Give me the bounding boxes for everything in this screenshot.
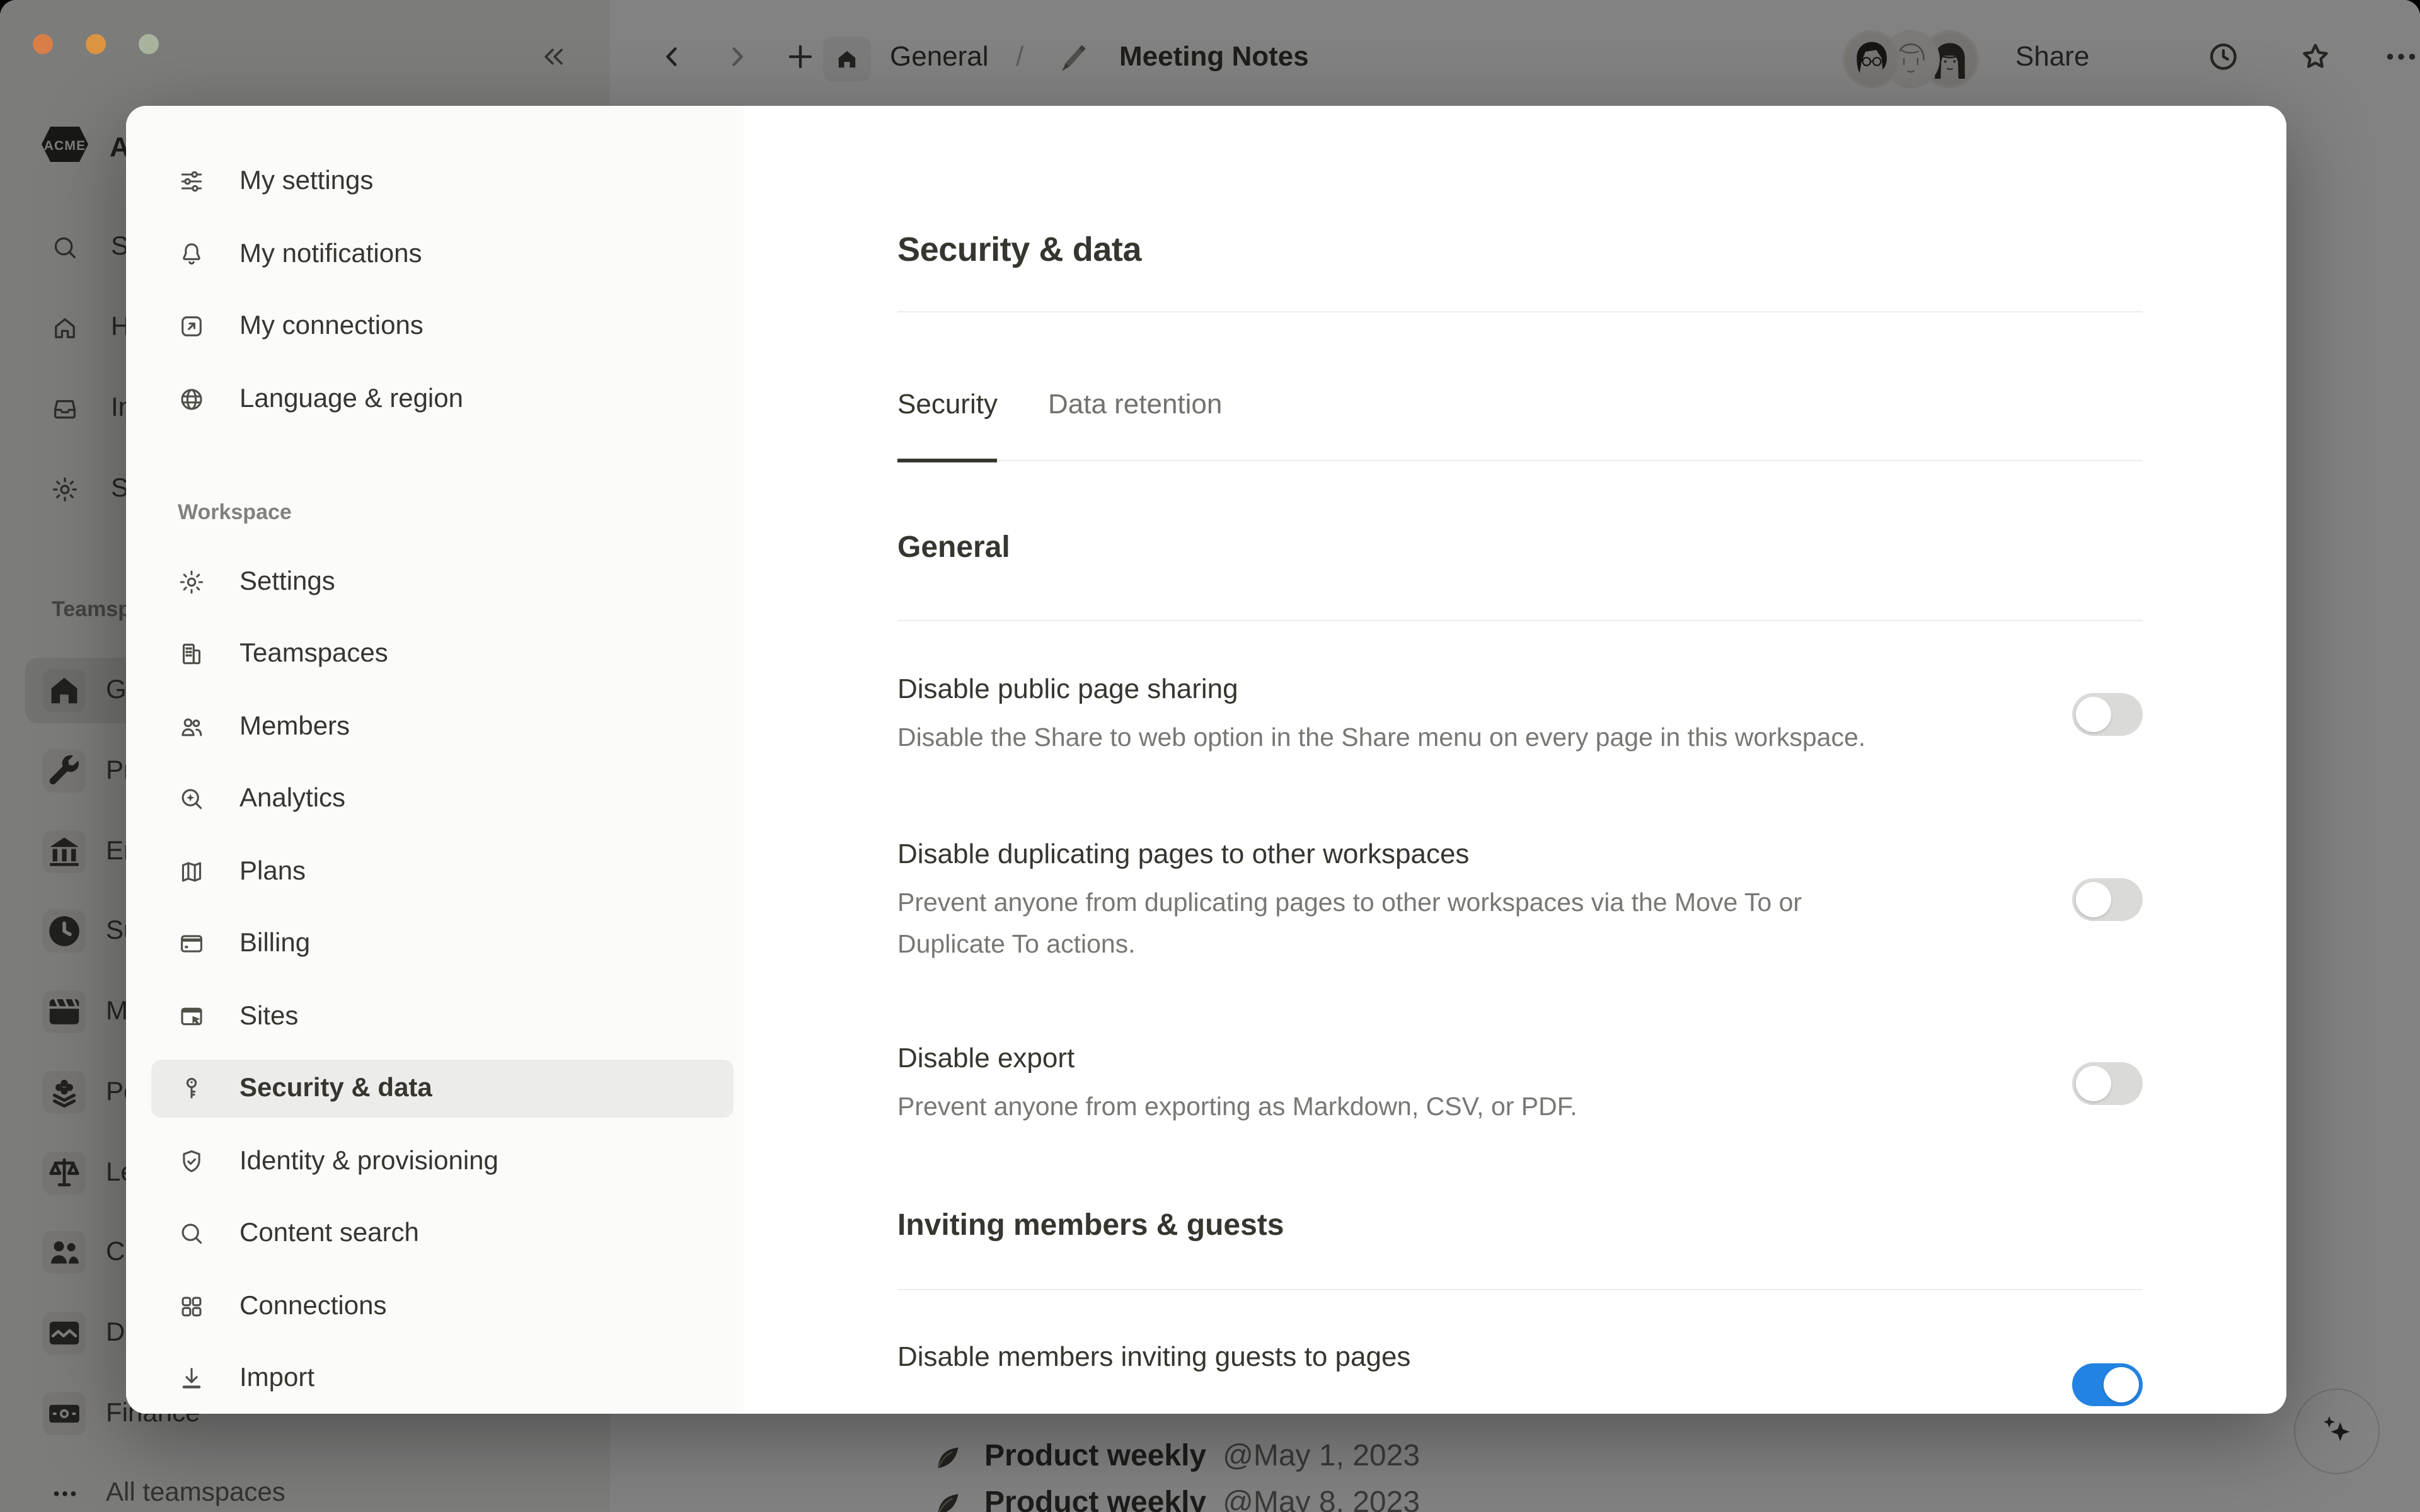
settings-nav-label: Sites xyxy=(239,1001,298,1031)
settings-nav-item-my-settings[interactable]: My settings xyxy=(151,152,734,210)
divider xyxy=(897,311,2143,312)
traffic-lights xyxy=(33,34,159,54)
settings-nav-item-connections[interactable]: Connections xyxy=(151,1277,734,1335)
settings-nav-item-members[interactable]: Members xyxy=(151,697,734,755)
settings-nav-label: Plans xyxy=(239,856,306,886)
tab-security[interactable]: Security xyxy=(897,386,998,462)
settings-nav-label: Identity & provisioning xyxy=(239,1146,498,1176)
settings-sections: GeneralDisable public page sharingDisabl… xyxy=(897,527,2143,1378)
section-heading: General xyxy=(897,527,2143,570)
setting-row: Disable members inviting guests to pages xyxy=(897,1336,2143,1378)
setting-title: Disable duplicating pages to other works… xyxy=(897,834,1906,874)
settings-nav-item-plans[interactable]: Plans xyxy=(151,842,734,900)
settings-nav-label: Import xyxy=(239,1363,314,1394)
settings-nav-label: Language & region xyxy=(239,384,463,414)
settings-content: Security & data Security Data retention G… xyxy=(744,106,2286,1414)
settings-nav: My settings My notifications My connection… xyxy=(126,106,744,1414)
toggle-off[interactable] xyxy=(2072,692,2143,735)
settings-nav-item-teamspaces[interactable]: Teamspaces xyxy=(151,625,734,683)
zoom-button[interactable] xyxy=(139,34,159,54)
map-icon xyxy=(178,857,205,885)
setting-title: Disable public page sharing xyxy=(897,669,1865,709)
gear-icon xyxy=(178,568,205,595)
toggle-off[interactable] xyxy=(2072,878,2143,921)
settings-nav-label: My connections xyxy=(239,311,424,341)
toggle-on[interactable] xyxy=(2072,1363,2143,1406)
settings-nav-label: Settings xyxy=(239,566,335,597)
settings-nav-item-settings[interactable]: Settings xyxy=(151,553,734,610)
settings-nav-item-content-search[interactable]: Content search xyxy=(151,1205,734,1263)
people-icon xyxy=(178,713,205,740)
divider xyxy=(897,1289,2143,1290)
settings-nav-item-security-data[interactable]: Security & data xyxy=(151,1060,734,1118)
settings-nav-label: Connections xyxy=(239,1291,387,1321)
settings-nav-label: Analytics xyxy=(239,784,345,814)
setting-title: Disable members inviting guests to pages xyxy=(897,1337,1410,1377)
shield-check-icon xyxy=(178,1147,205,1175)
bell-icon xyxy=(178,240,205,268)
settings-nav-item-billing[interactable]: Billing xyxy=(151,915,734,973)
globe-icon xyxy=(178,385,205,413)
settings-nav-item-language-region[interactable]: Language & region xyxy=(151,370,734,428)
browser-cursor-icon xyxy=(178,1002,205,1030)
sliders-icon xyxy=(178,168,205,195)
settings-nav-item-import[interactable]: Import xyxy=(151,1349,734,1407)
credit-card-icon xyxy=(178,930,205,958)
settings-nav-label: Teamspaces xyxy=(239,639,388,669)
building-icon xyxy=(178,640,205,668)
setting-row: Disable duplicating pages to other works… xyxy=(897,834,2143,965)
settings-nav-item-identity-provisioning[interactable]: Identity & provisioning xyxy=(151,1132,734,1190)
settings-nav-item-my-connections[interactable]: My connections xyxy=(151,297,734,355)
setting-row: Disable export Prevent anyone from export… xyxy=(897,1038,2143,1128)
import-icon xyxy=(178,1365,205,1392)
settings-nav-item-my-notifications[interactable]: My notifications xyxy=(151,225,734,283)
close-button[interactable] xyxy=(33,34,53,54)
setting-row: Disable public page sharing Disable the S… xyxy=(897,669,2143,759)
settings-nav-label: Billing xyxy=(239,929,310,959)
grid-icon xyxy=(178,1292,205,1320)
search-icon xyxy=(178,1220,205,1247)
key-icon xyxy=(178,1075,205,1102)
settings-nav-item-analytics[interactable]: Analytics xyxy=(151,770,734,828)
arrow-square-out-icon xyxy=(178,312,205,340)
tab-data-retention[interactable]: Data retention xyxy=(1048,386,1222,462)
macos-window: ACME Acme SearchHomeInboxSettings Teamsp… xyxy=(0,0,2420,1512)
minimize-button[interactable] xyxy=(86,34,106,54)
toggle-knob xyxy=(2076,696,2111,731)
section-heading: Inviting members & guests xyxy=(897,1205,2143,1247)
setting-title: Disable export xyxy=(897,1038,1577,1079)
settings-nav-label: My notifications xyxy=(239,239,422,269)
setting-description: Prevent anyone from duplicating pages to… xyxy=(897,882,1906,965)
toggle-knob xyxy=(2104,1367,2139,1402)
settings-nav-label: My settings xyxy=(239,166,373,197)
toggle-knob xyxy=(2076,1065,2111,1101)
settings-nav-item-sites[interactable]: Sites xyxy=(151,987,734,1045)
setting-description: Disable the Share to web option in the S… xyxy=(897,717,1865,759)
divider xyxy=(897,620,2143,621)
setting-description: Prevent anyone from exporting as Markdow… xyxy=(897,1086,1577,1128)
settings-nav-label: Members xyxy=(239,711,350,742)
search-sparkle-icon xyxy=(178,785,205,813)
settings-nav-label: Security & data xyxy=(239,1074,432,1104)
toggle-off[interactable] xyxy=(2072,1062,2143,1104)
toggle-knob xyxy=(2076,882,2111,917)
settings-tabs: Security Data retention xyxy=(897,386,2143,461)
settings-dialog: My settings My notifications My connection… xyxy=(126,106,2286,1414)
settings-page-title: Security & data xyxy=(897,222,2143,277)
settings-nav-section-header: Workspace xyxy=(178,497,744,527)
settings-nav-label: Content search xyxy=(239,1218,419,1249)
